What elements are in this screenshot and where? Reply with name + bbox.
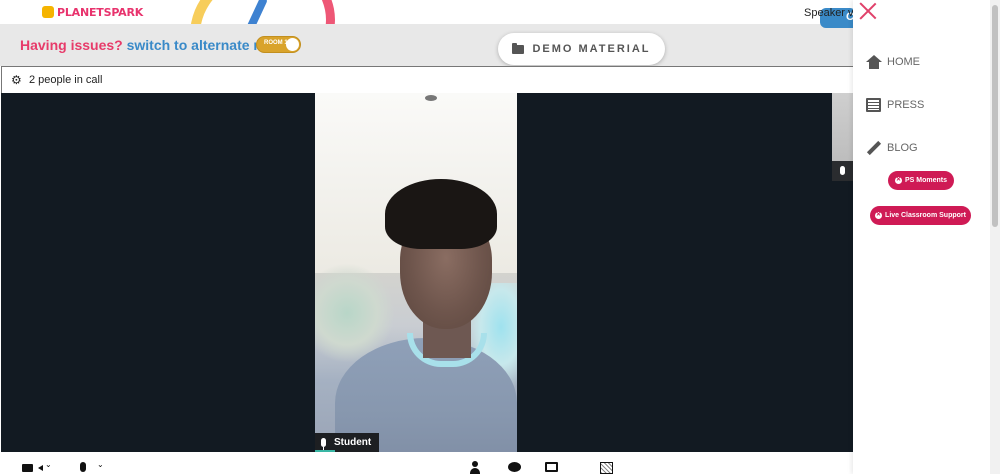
nav-item-blog[interactable]: BLOG — [866, 141, 918, 155]
logo-mascot-icon — [42, 6, 54, 18]
badge-icon: ✕ — [875, 212, 883, 219]
nav-label: PRESS — [887, 99, 925, 111]
pencil-icon — [866, 141, 881, 155]
microphone-icon — [840, 166, 845, 175]
thumbnail-mic-badge — [832, 161, 853, 181]
screen-share-icon[interactable] — [545, 462, 558, 472]
participants-icon-body — [470, 468, 480, 474]
nav-label: HOME — [887, 56, 920, 68]
toggle-knob — [286, 38, 299, 51]
home-icon — [866, 55, 882, 69]
participant-name: Student — [334, 437, 372, 448]
camera-options-chevron-icon[interactable]: ⌄ — [45, 460, 52, 469]
ps-moments-label: PS Moments — [904, 177, 947, 184]
microphone-toggle-icon[interactable] — [80, 462, 86, 472]
mic-options-chevron-icon[interactable]: ⌄ — [97, 460, 104, 469]
microphone-icon — [321, 438, 326, 450]
camera-icon[interactable] — [22, 464, 33, 472]
alternate-room-prompt: Having issues? switch to alternate room — [20, 37, 288, 53]
issue-question: Having issues? — [20, 37, 123, 53]
demo-material-label: DEMO MATERIAL — [532, 43, 651, 55]
video-background-detail — [425, 95, 437, 101]
demo-material-button[interactable]: DEMO MATERIAL — [498, 33, 665, 65]
nav-item-home[interactable]: HOME — [866, 55, 920, 69]
scrollbar-thumb[interactable] — [992, 5, 998, 227]
call-info-bar: ⚙ 2 people in call — [1, 66, 853, 93]
nav-label: BLOG — [887, 142, 918, 154]
close-icon[interactable] — [858, 0, 878, 20]
classroom-page: PLANETSPARK Having issues? switch to alt… — [0, 0, 1000, 474]
press-icon — [866, 98, 881, 112]
whiteboard-icon[interactable] — [600, 462, 613, 474]
nav-item-press[interactable]: PRESS — [866, 98, 924, 112]
participant-video-tile[interactable] — [315, 93, 517, 452]
call-controls-toolbar — [0, 452, 853, 474]
participant-hair — [385, 179, 497, 249]
room-toggle-label: ROOM 1 — [264, 40, 288, 46]
gear-icon[interactable]: ⚙ — [11, 74, 22, 86]
live-classroom-support-button[interactable]: ✕ Live Classroom Support — [870, 206, 971, 225]
side-menu-panel — [853, 0, 990, 474]
chat-icon[interactable] — [508, 462, 521, 472]
room-toggle[interactable]: ROOM 1 — [256, 36, 301, 53]
folder-icon — [512, 42, 525, 54]
badge-icon: ✕ — [894, 177, 902, 184]
people-in-call-count: 2 people in call — [29, 74, 103, 86]
view-mode-selector[interactable]: Speaker vi — [804, 7, 856, 19]
ps-moments-button[interactable]: ✕ PS Moments — [888, 171, 954, 190]
participants-icon-head — [472, 461, 478, 467]
live-classroom-support-label: Live Classroom Support — [885, 212, 966, 219]
planetspark-logo[interactable]: PLANETSPARK — [42, 6, 143, 19]
participants-icon[interactable] — [470, 461, 480, 474]
